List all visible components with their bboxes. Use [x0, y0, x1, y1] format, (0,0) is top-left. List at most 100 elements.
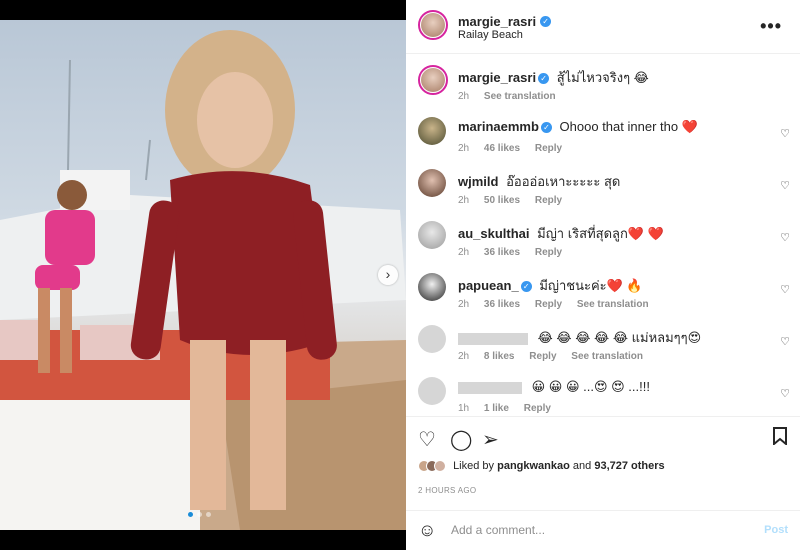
see-translation-link[interactable]: See translation	[484, 91, 556, 102]
redacted-username	[458, 381, 522, 394]
comment-text: 😂 😂 😂 😂 😂 แม่หลมๆๆ😍	[537, 330, 702, 345]
author-avatar[interactable]	[418, 10, 448, 40]
heart-icon[interactable]: ♡	[780, 127, 790, 140]
comment-item: 😂 😂 😂 😂 😂 แม่หลมๆๆ😍 2h 8 likes Reply See…	[406, 325, 800, 377]
photo-illustration	[0, 30, 406, 530]
comment-meta: 2h 50 likes Reply	[458, 195, 574, 206]
commenter-avatar[interactable]	[418, 377, 446, 405]
emoji-icon[interactable]: ☺	[418, 520, 436, 541]
liked-by-user[interactable]: pangkwankao	[497, 460, 570, 472]
reply-button[interactable]: Reply	[535, 195, 562, 206]
caption: margie_rasri ✓ สู้ไม่ไหวจริงๆ 😂 2h See tr…	[406, 65, 800, 113]
comment-line: marinaemmb ✓ Ohooo that inner tho ❤️	[458, 119, 698, 135]
reply-button[interactable]: Reply	[529, 351, 556, 362]
commenter-avatar[interactable]	[418, 221, 446, 249]
reply-button[interactable]: Reply	[535, 299, 562, 310]
comment-item: wjmild อ๊อออ่อเหาะะะะะ สุด 2h 50 likes R…	[406, 169, 800, 221]
post-media-pane: ›	[0, 0, 406, 550]
comment-likes[interactable]: 36 likes	[484, 247, 520, 258]
comment-line: 😀 😀 😀 ...😍 😍 ...!!!	[458, 379, 650, 395]
post-header: margie_rasri ✓ Railay Beach •••	[406, 0, 800, 54]
comments-list: margie_rasri ✓ สู้ไม่ไหวจริงๆ 😂 2h See tr…	[406, 55, 800, 415]
comment-line: wjmild อ๊อออ่อเหาะะะะะ สุด	[458, 171, 620, 192]
likes-count[interactable]: 93,727 others	[594, 460, 664, 472]
carousel-dot	[206, 512, 211, 517]
commenter-avatar[interactable]	[418, 273, 446, 301]
comment-time: 2h	[458, 143, 470, 154]
caption-text: สู้ไม่ไหวจริงๆ 😂	[556, 70, 649, 85]
commenter-avatar[interactable]	[418, 169, 446, 197]
comment-text: 😀 😀 😀 ...😍 😍 ...!!!	[531, 379, 650, 394]
comment-meta: 2h 8 likes Reply See translation	[458, 351, 655, 362]
liker-avatars	[418, 460, 446, 473]
commenter-username[interactable]: marinaemmb	[458, 119, 539, 134]
commenter-avatar[interactable]	[418, 117, 446, 145]
comment-time: 2h	[458, 299, 470, 310]
heart-icon[interactable]: ♡	[780, 335, 790, 348]
see-translation-link[interactable]: See translation	[577, 299, 649, 310]
commenter-username[interactable]: papuean_	[458, 278, 519, 293]
reply-button[interactable]: Reply	[524, 403, 551, 414]
caption-line: margie_rasri ✓ สู้ไม่ไหวจริงๆ 😂	[458, 67, 649, 88]
comment-item: au_skulthai มีญ่า เริสที่สุดลูก❤️ ❤️ 2h …	[406, 221, 800, 273]
caption-avatar[interactable]	[418, 65, 448, 95]
redacted-username	[458, 332, 528, 345]
post-actions-bar: ♡ ◯ ➢	[406, 416, 800, 456]
comment-meta: 2h 36 likes Reply	[458, 247, 574, 258]
comment-line: au_skulthai มีญ่า เริสที่สุดลูก❤️ ❤️	[458, 223, 664, 244]
comment-likes[interactable]: 1 like	[484, 403, 509, 414]
commenter-avatar[interactable]	[418, 325, 446, 353]
heart-icon[interactable]: ♡	[780, 179, 790, 192]
see-translation-link[interactable]: See translation	[571, 351, 643, 362]
verified-badge-icon: ✓	[538, 73, 550, 85]
next-photo-button[interactable]: ›	[378, 265, 398, 285]
comment-text: มีญ่า เริสที่สุดลูก❤️ ❤️	[537, 226, 664, 241]
reply-button[interactable]: Reply	[535, 143, 562, 154]
post-photo[interactable]	[0, 20, 406, 530]
post-button[interactable]: Post	[764, 524, 788, 536]
carousel-indicator	[188, 512, 211, 517]
comment-meta: 1h 1 like Reply	[458, 403, 563, 414]
more-options-icon[interactable]: •••	[760, 16, 782, 37]
comment-time: 2h	[458, 195, 470, 206]
comment-item: marinaemmb ✓ Ohooo that inner tho ❤️ 2h 4…	[406, 117, 800, 169]
caption-username[interactable]: margie_rasri	[458, 70, 536, 85]
comment-line: 😂 😂 😂 😂 😂 แม่หลมๆๆ😍	[458, 327, 701, 348]
heart-icon[interactable]: ♡	[780, 387, 790, 400]
post-location[interactable]: Railay Beach	[458, 29, 523, 41]
commenter-username[interactable]: wjmild	[458, 174, 498, 189]
verified-badge-icon: ✓	[520, 281, 532, 293]
comment-time: 2h	[458, 247, 470, 258]
verified-badge-icon: ✓	[540, 122, 552, 134]
reply-button[interactable]: Reply	[535, 247, 562, 258]
comment-likes[interactable]: 46 likes	[484, 143, 520, 154]
liked-by-and: and	[572, 460, 592, 472]
verified-badge-icon: ✓	[540, 16, 552, 28]
comment-likes[interactable]: 50 likes	[484, 195, 520, 206]
comment-meta: 2h 36 likes Reply See translation	[458, 299, 661, 310]
bookmark-icon[interactable]	[772, 427, 788, 451]
comment-input[interactable]	[451, 523, 751, 537]
comment-text: อ๊อออ่อเหาะะะะะ สุด	[506, 174, 621, 189]
comment-text: มีญ่าชนะค่ะ❤️ 🔥	[539, 278, 643, 293]
add-comment-bar: ☺ Post	[406, 510, 800, 550]
author-username[interactable]: margie_rasri	[458, 14, 536, 29]
heart-icon[interactable]: ♡	[780, 283, 790, 296]
comment-line: papuean_ ✓ มีญ่าชนะค่ะ❤️ 🔥	[458, 275, 643, 296]
comment-item: papuean_ ✓ มีญ่าชนะค่ะ❤️ 🔥 2h 36 likes Re…	[406, 273, 800, 325]
comment-text: Ohooo that inner tho ❤️	[559, 119, 698, 134]
chevron-right-icon: ›	[385, 266, 391, 282]
carousel-dot	[188, 512, 193, 517]
comment-likes[interactable]: 8 likes	[484, 351, 515, 362]
comment-meta: 2h 46 likes Reply	[458, 143, 574, 154]
heart-icon[interactable]: ♡	[418, 427, 436, 452]
commenter-username[interactable]: au_skulthai	[458, 226, 530, 241]
comment-likes[interactable]: 36 likes	[484, 299, 520, 310]
comment-time: 1h	[458, 403, 470, 414]
post-side-pane: margie_rasri ✓ Railay Beach ••• margie_ra…	[406, 0, 800, 550]
heart-icon[interactable]: ♡	[780, 231, 790, 244]
carousel-dot	[197, 512, 202, 517]
share-icon[interactable]: ➢	[482, 427, 499, 452]
comment-icon[interactable]: ◯	[450, 427, 472, 452]
liked-by: Liked by pangkwankao and 93,727 others	[418, 460, 665, 473]
